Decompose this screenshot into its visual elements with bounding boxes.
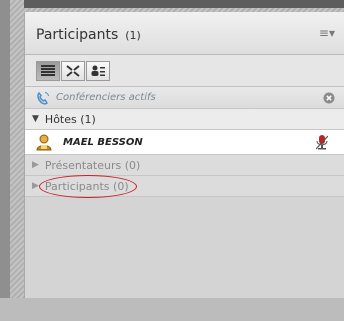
fullscreen-icon bbox=[66, 64, 80, 77]
top-bar bbox=[24, 0, 344, 8]
collapsed-triangle-icon[interactable]: ▶ bbox=[32, 160, 39, 170]
active-speakers-bar: Conférenciers actifs bbox=[25, 87, 344, 109]
list-view-icon bbox=[41, 65, 55, 76]
list-view-button[interactable] bbox=[36, 60, 60, 81]
panel-menu-icon[interactable]: ≡▾ bbox=[319, 26, 335, 40]
user-name: MAEL BESSON bbox=[63, 136, 143, 148]
participants-panel: Participants (1) ≡▾ Conférenciers actifs… bbox=[24, 12, 344, 298]
view-toolbar bbox=[25, 55, 344, 87]
presenters-section-header[interactable]: ▶ Présentateurs (0) bbox=[25, 155, 344, 176]
fullscreen-button[interactable] bbox=[61, 60, 85, 81]
panel-header: Participants (1) ≡▾ bbox=[25, 12, 344, 55]
collapsed-triangle-icon[interactable]: ▶ bbox=[32, 181, 39, 191]
empty-list-area bbox=[25, 197, 344, 321]
panel-count: (1) bbox=[125, 28, 141, 42]
hosts-section-label: Hôtes (1) bbox=[44, 112, 96, 126]
participants-section-header[interactable]: ▶ Participants (0) bbox=[25, 174, 344, 198]
presenters-section-label: Présentateurs (0) bbox=[44, 158, 141, 172]
host-user-icon bbox=[36, 134, 52, 151]
user-row[interactable]: MAEL BESSON bbox=[25, 130, 344, 155]
hosts-section-header[interactable]: ▼ Hôtes (1) bbox=[25, 109, 344, 130]
phone-icon bbox=[37, 91, 49, 104]
panel-title: Participants bbox=[36, 26, 119, 43]
attendee-status-button[interactable] bbox=[86, 60, 110, 81]
expand-triangle-icon[interactable]: ▼ bbox=[32, 114, 39, 124]
left-edge-bar bbox=[0, 0, 10, 298]
attendee-status-icon bbox=[91, 65, 105, 76]
active-speakers-label: Conférenciers actifs bbox=[56, 92, 156, 103]
microphone-muted-icon[interactable] bbox=[316, 134, 328, 150]
close-circle-icon[interactable] bbox=[323, 92, 335, 104]
participants-section-label: Participants (0) bbox=[38, 174, 137, 198]
